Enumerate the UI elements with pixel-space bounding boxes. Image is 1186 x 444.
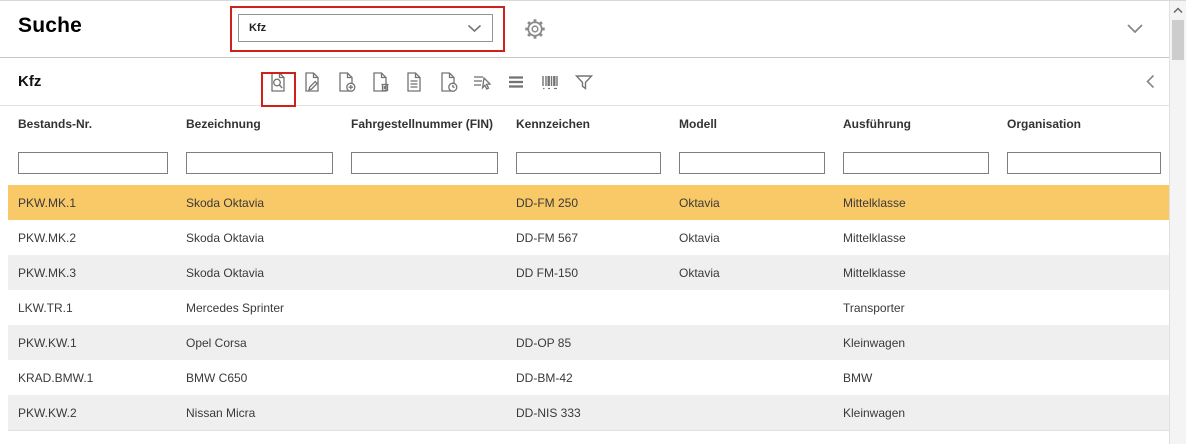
table-cell: BMW C650: [176, 371, 341, 385]
column-header-0[interactable]: Bestands-Nr.: [8, 117, 176, 131]
table-row[interactable]: PKW.MK.2Skoda Oktavia DD-FM 567OktaviaMit…: [8, 220, 1169, 255]
table-body: PKW.MK.1Skoda OktaviaDD-FM 250OktaviaMit…: [8, 185, 1169, 430]
filter-cell: [176, 152, 341, 174]
delete-record-icon[interactable]: [366, 68, 394, 96]
table-cell: PKW.MK.2: [8, 231, 176, 245]
filter-cell: [506, 152, 669, 174]
scrollbar-up-arrow-icon[interactable]: [1170, 3, 1186, 18]
document-export-icon[interactable]: [434, 68, 462, 96]
table-header-row: Bestands-Nr.BezeichnungFahrgestellnummer…: [8, 107, 1169, 141]
scrollbar-thumb[interactable]: [1172, 20, 1184, 60]
gear-icon[interactable]: [522, 16, 548, 42]
table-row[interactable]: PKW.KW.1Opel Corsa DD-OP 85 Kleinwagen: [8, 325, 1169, 360]
table-cell: DD FM-150: [506, 266, 669, 280]
table-cell: PKW.KW.2: [8, 406, 176, 420]
vehicle-table: Bestands-Nr.BezeichnungFahrgestellnummer…: [8, 107, 1169, 431]
filter-input-1[interactable]: [186, 152, 333, 174]
table-cell: Oktavia: [669, 266, 833, 280]
select-rows-icon[interactable]: [468, 68, 496, 96]
table-cell: DD-BM-42: [506, 371, 669, 385]
column-header-6[interactable]: Organisation: [997, 117, 1169, 131]
table-cell: Skoda Oktavia: [176, 231, 341, 245]
table-row[interactable]: KRAD.BMW.1BMW C650 DD-BM-42 BMW: [8, 360, 1169, 395]
section-title: Kfz: [18, 73, 41, 90]
category-dropdown-value: Kfz: [249, 22, 266, 34]
table-row[interactable]: PKW.KW.2Nissan Micra DD-NIS 333 Kleinwagen: [8, 395, 1169, 430]
document-icon[interactable]: [400, 68, 428, 96]
filter-input-4[interactable]: [679, 152, 825, 174]
table-cell: Skoda Oktavia: [176, 196, 341, 210]
table-cell: Kleinwagen: [833, 336, 997, 350]
table-cell: DD-OP 85: [506, 336, 669, 350]
table-row[interactable]: PKW.MK.3Skoda Oktavia DD FM-150OktaviaMit…: [8, 255, 1169, 290]
table-cell: Transporter: [833, 301, 997, 315]
table-cell: DD-FM 250: [506, 196, 669, 210]
search-window: Suche Kfz Kfz: [0, 0, 1186, 443]
column-header-3[interactable]: Kennzeichen: [506, 117, 669, 131]
section-bar: Kfz: [0, 58, 1169, 106]
table-cell: Oktavia: [669, 231, 833, 245]
table-cell: DD-FM 567: [506, 231, 669, 245]
table-cell: Nissan Micra: [176, 406, 341, 420]
page-title: Suche: [18, 14, 82, 38]
chevron-down-icon: [467, 24, 482, 33]
table-row[interactable]: PKW.MK.1Skoda Oktavia DD-FM 250OktaviaMit…: [8, 185, 1169, 220]
table-cell: BMW: [833, 371, 997, 385]
category-dropdown[interactable]: Kfz: [238, 14, 493, 42]
filter-cell: [8, 152, 176, 174]
table-cell: Mercedes Sprinter: [176, 301, 341, 315]
table-cell: Mittelklasse: [833, 266, 997, 280]
table-cell: PKW.KW.1: [8, 336, 176, 350]
table-cell: LKW.TR.1: [8, 301, 176, 315]
filter-row: [8, 141, 1169, 185]
filter-cell: [669, 152, 833, 174]
edit-record-icon[interactable]: [298, 68, 326, 96]
filter-input-2[interactable]: [351, 152, 498, 174]
filter-input-0[interactable]: [18, 152, 168, 174]
column-header-4[interactable]: Modell: [669, 117, 833, 131]
collapse-section-chevron-left-icon[interactable]: [1146, 74, 1155, 89]
filter-cell: [997, 152, 1169, 174]
table-cell: PKW.MK.3: [8, 266, 176, 280]
top-bar: Suche Kfz: [0, 1, 1169, 58]
table-cell: DD-NIS 333: [506, 406, 669, 420]
column-header-1[interactable]: Bezeichnung: [176, 117, 341, 131]
column-header-5[interactable]: Ausführung: [833, 117, 997, 131]
search-record-icon[interactable]: [264, 68, 292, 96]
filter-input-3[interactable]: [516, 152, 661, 174]
table-cell: KRAD.BMW.1: [8, 371, 176, 385]
table-cell: PKW.MK.1: [8, 196, 176, 210]
table-cell: Opel Corsa: [176, 336, 341, 350]
table-cell: Oktavia: [669, 196, 833, 210]
add-record-icon[interactable]: [332, 68, 360, 96]
column-header-2[interactable]: Fahrgestellnummer (FIN): [341, 117, 506, 131]
filter-cell: [341, 152, 506, 174]
filter-input-6[interactable]: [1007, 152, 1161, 174]
rows-icon[interactable]: [502, 68, 530, 96]
filter-cell: [833, 152, 997, 174]
table-cell: Skoda Oktavia: [176, 266, 341, 280]
filter-input-5[interactable]: [843, 152, 989, 174]
collapse-panel-chevron-down-icon[interactable]: [1126, 23, 1144, 34]
table-cell: Mittelklasse: [833, 231, 997, 245]
barcode-icon[interactable]: [536, 68, 564, 96]
filter-icon[interactable]: [570, 68, 598, 96]
vertical-scrollbar[interactable]: [1169, 1, 1186, 444]
table-row[interactable]: LKW.TR.1Mercedes Sprinter Transporter: [8, 290, 1169, 325]
table-cell: Kleinwagen: [833, 406, 997, 420]
toolbar: [264, 68, 598, 96]
table-cell: Mittelklasse: [833, 196, 997, 210]
